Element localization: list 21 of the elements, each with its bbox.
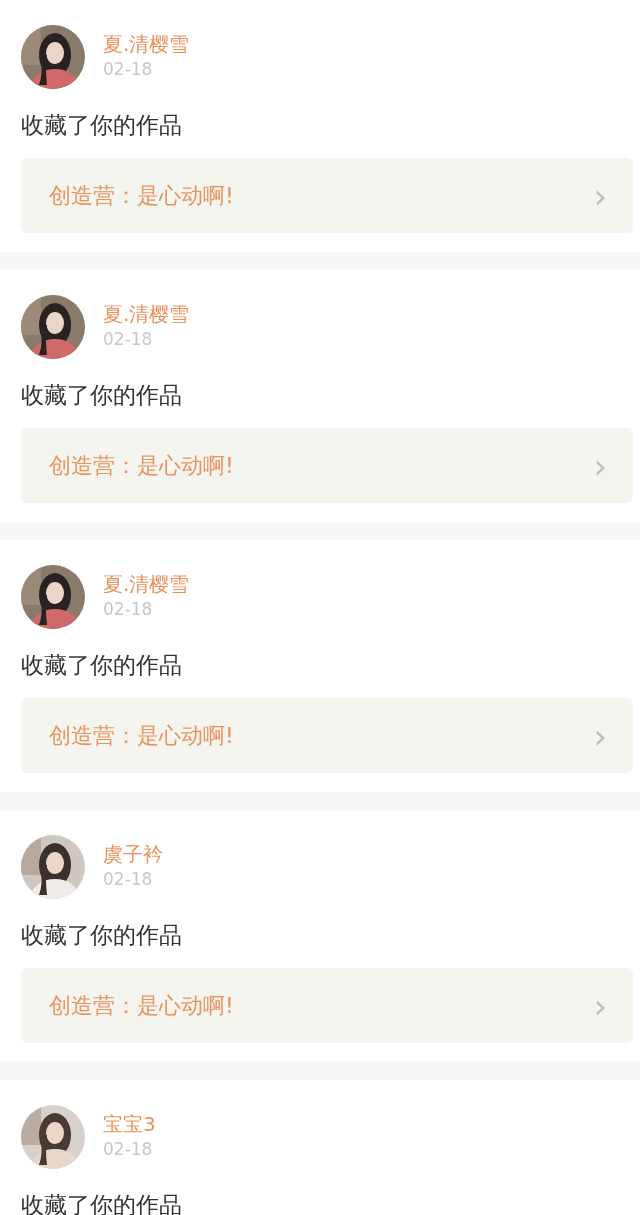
- user-name[interactable]: 宝宝3: [103, 1111, 156, 1137]
- work-link[interactable]: 创造营：是心动啊! ›: [21, 428, 633, 503]
- activity-text: 收藏了你的作品: [21, 381, 183, 410]
- work-title: 创造营：是心动啊!: [49, 991, 234, 1020]
- work-title: 创造营：是心动啊!: [49, 451, 234, 480]
- activity-text: 收藏了你的作品: [21, 921, 183, 950]
- chevron-icon: ›: [593, 178, 607, 213]
- work-link[interactable]: 创造营：是心动啊! ›: [21, 968, 633, 1043]
- work-title: 创造营：是心动啊!: [49, 721, 234, 750]
- chevron-icon: ›: [593, 448, 607, 483]
- activity-text: 收藏了你的作品: [21, 111, 183, 140]
- activity-text: 收藏了你的作品: [21, 651, 183, 680]
- chevron-icon: ›: [593, 988, 607, 1023]
- user-name[interactable]: 夏.清樱雪: [103, 571, 190, 597]
- work-link[interactable]: 创造营：是心动啊! ›: [21, 698, 633, 773]
- chevron-icon: ›: [593, 718, 607, 753]
- user-name[interactable]: 虞子衿: [103, 841, 163, 867]
- work-link[interactable]: 创造营：是心动啊! ›: [21, 158, 633, 233]
- work-title: 创造营：是心动啊!: [49, 181, 234, 210]
- user-name[interactable]: 夏.清樱雪: [103, 301, 190, 327]
- user-name[interactable]: 夏.清樱雪: [103, 31, 190, 57]
